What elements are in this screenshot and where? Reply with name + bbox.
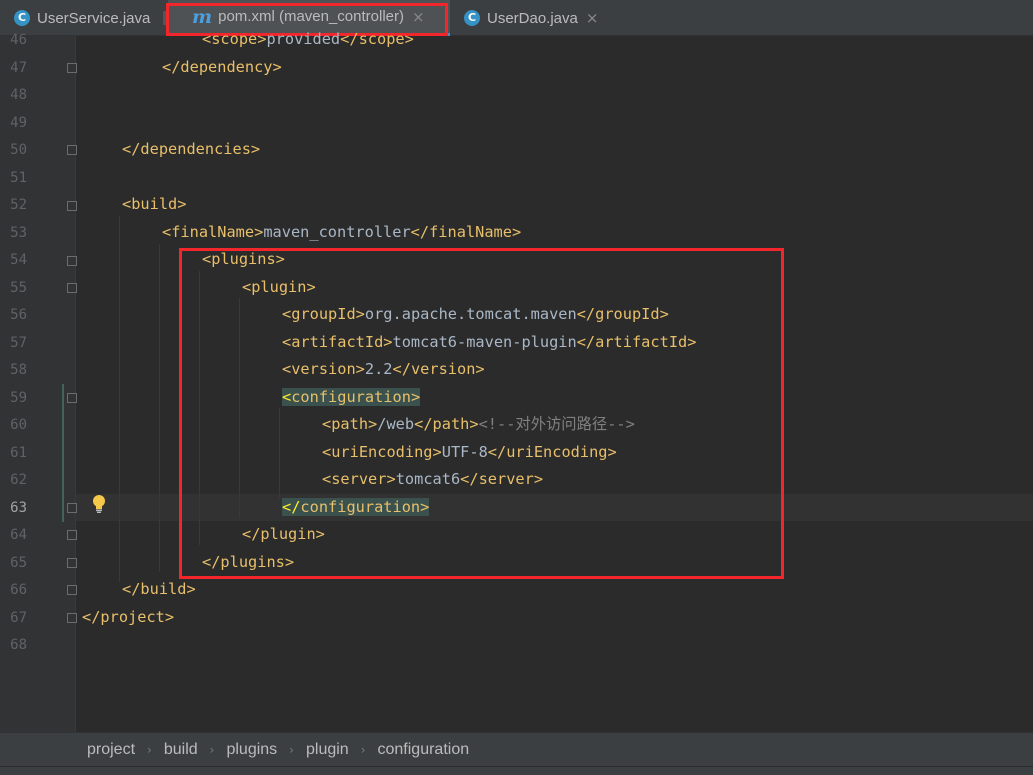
fold-marker[interactable] — [67, 283, 77, 293]
code-line-65: </plugins> — [202, 553, 295, 571]
tab-label: UserService.java — [37, 9, 151, 27]
line-number: 52 — [10, 197, 27, 213]
fold-marker[interactable] — [67, 393, 77, 403]
maven-icon: m — [192, 5, 213, 28]
code-line-52: <build> — [122, 195, 187, 213]
line-number: 57 — [10, 335, 27, 351]
code-line-64: </plugin> — [242, 525, 325, 543]
line-number: 64 — [10, 527, 27, 543]
gutter-separator — [75, 36, 76, 732]
line-number: 54 — [10, 252, 27, 268]
fold-marker[interactable] — [67, 613, 77, 623]
breadcrumb: project › build › plugins › plugin › con… — [0, 732, 1033, 766]
tab-divider — [163, 11, 166, 25]
code-line-55: <plugin> — [242, 278, 316, 296]
code-line-46: <scope>provided</scope> — [202, 30, 414, 48]
breadcrumb-item-plugin[interactable]: plugin — [306, 741, 349, 759]
line-number: 62 — [10, 472, 27, 488]
xml-comment: <!--对外访问路径--> — [478, 415, 635, 433]
line-number: 60 — [10, 417, 27, 433]
line-number: 47 — [10, 60, 27, 76]
code-line-60: <path>/web</path><!--对外访问路径--> — [322, 415, 635, 433]
status-bar — [0, 766, 1033, 775]
tab-label: UserDao.java — [487, 9, 578, 27]
code-line-56: <groupId>org.apache.tomcat.maven</groupI… — [282, 305, 669, 323]
code-line-67: </project> — [82, 608, 175, 626]
code-line-53: <finalName>maven_controller</finalName> — [162, 223, 522, 241]
class-icon: C — [14, 10, 30, 26]
code-line-57: <artifactId>tomcat6-maven-plugin</artifa… — [282, 333, 697, 351]
line-number: 59 — [10, 390, 27, 406]
line-number: 56 — [10, 307, 27, 323]
fold-marker[interactable] — [67, 201, 77, 211]
chevron-right-icon: › — [209, 742, 215, 757]
chevron-right-icon: › — [147, 742, 152, 757]
code-line-61: <uriEncoding>UTF-8</uriEncoding> — [322, 443, 617, 461]
code-editor[interactable]: <scope>provided</scope> </dependency> </… — [82, 26, 1032, 732]
breadcrumb-item-project[interactable]: project — [87, 741, 135, 759]
code-line-62: <server>tomcat6</server> — [322, 470, 544, 488]
chevron-right-icon: › — [360, 742, 366, 757]
fold-marker[interactable] — [67, 256, 77, 266]
line-number: 51 — [10, 170, 27, 186]
line-number-current: 63 — [10, 500, 27, 516]
line-number: 68 — [10, 637, 27, 653]
tab-label: pom.xml (maven_controller) — [218, 8, 404, 25]
line-number: 66 — [10, 582, 27, 598]
fold-marker[interactable] — [67, 558, 77, 568]
code-line-54: <plugins> — [202, 250, 285, 268]
class-icon: C — [464, 10, 480, 26]
code-line-50: </dependencies> — [122, 140, 261, 158]
code-line-66: </build> — [122, 580, 196, 598]
code-line-59: <configuration> — [282, 388, 421, 406]
line-number: 55 — [10, 280, 27, 296]
line-number: 53 — [10, 225, 27, 241]
fold-marker[interactable] — [67, 145, 77, 155]
code-line-58: <version>2.2</version> — [282, 360, 485, 378]
fold-marker[interactable] — [67, 585, 77, 595]
chevron-right-icon: › — [289, 742, 294, 757]
fold-marker[interactable] — [67, 530, 77, 540]
line-number: 50 — [10, 142, 27, 158]
breadcrumb-item-build[interactable]: build — [164, 741, 198, 759]
close-icon[interactable]: × — [412, 8, 425, 26]
fold-marker[interactable] — [67, 503, 77, 513]
line-number: 48 — [10, 87, 27, 103]
code-line-47: </dependency> — [162, 58, 282, 76]
line-number: 65 — [10, 555, 27, 571]
fold-marker[interactable] — [67, 63, 77, 73]
line-number: 67 — [10, 610, 27, 626]
line-number: 49 — [10, 115, 27, 131]
vcs-change-marker[interactable] — [62, 384, 64, 522]
line-number: 46 — [10, 32, 27, 48]
breadcrumb-item-configuration[interactable]: configuration — [378, 741, 470, 759]
line-number: 61 — [10, 445, 27, 461]
code-line-63: </configuration> — [282, 498, 430, 516]
line-number: 58 — [10, 362, 27, 378]
breadcrumb-item-plugins[interactable]: plugins — [226, 741, 277, 759]
close-icon[interactable]: × — [586, 9, 599, 27]
